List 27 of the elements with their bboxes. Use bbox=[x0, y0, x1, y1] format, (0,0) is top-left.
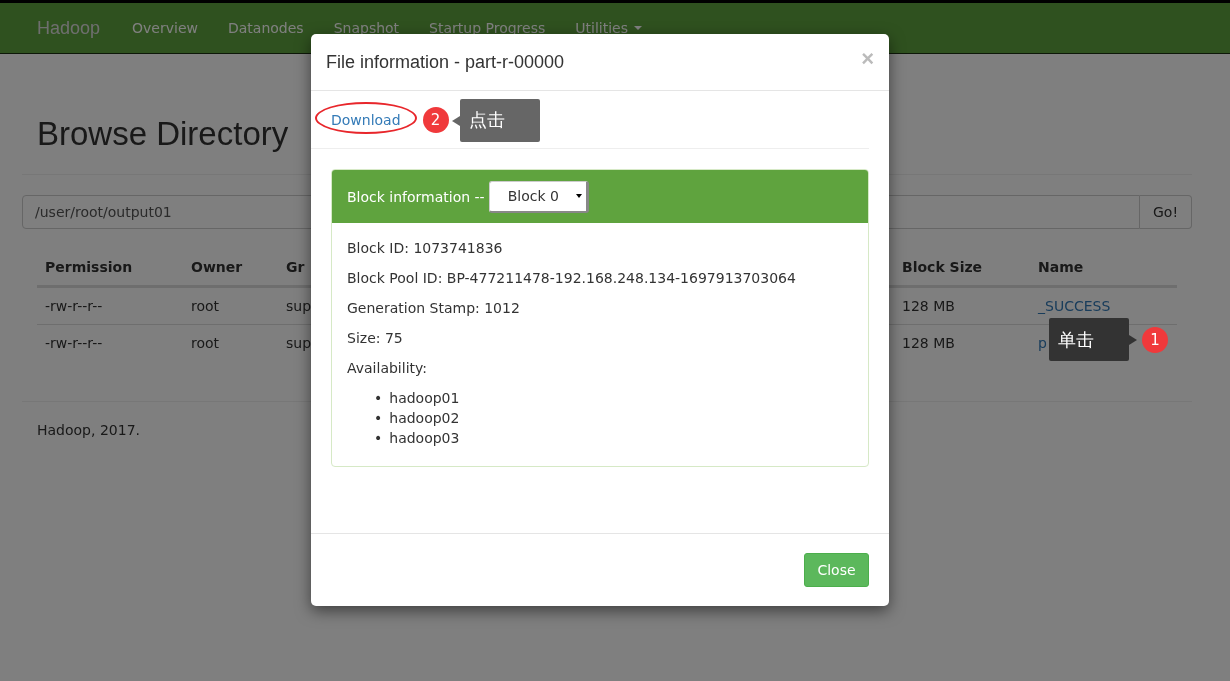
step-badge: 1 bbox=[1142, 326, 1168, 353]
table-cell-text: root bbox=[190, 334, 221, 353]
column-header: Permission bbox=[44, 258, 134, 277]
column-header: Name bbox=[1037, 258, 1085, 277]
info-line: Size: 75 bbox=[347, 329, 404, 348]
page-title: Browse Directory bbox=[37, 114, 289, 154]
host-item: hadoop03 bbox=[389, 429, 460, 448]
table-cell-text: sup bbox=[285, 297, 313, 316]
bullet: • bbox=[374, 409, 383, 428]
host-item: hadoop02 bbox=[389, 409, 460, 428]
table-cell-text: -rw-r--r-- bbox=[44, 334, 104, 353]
panel-heading: Block information -- bbox=[347, 188, 485, 205]
step-badge: 2 bbox=[422, 107, 449, 133]
info-line: Block Pool ID: BP-477211478-192.168.248.134-1697913703064 bbox=[347, 269, 797, 288]
bullet: • bbox=[374, 429, 383, 448]
column-header: Gr bbox=[285, 258, 306, 277]
dialog-title: File information - part-r-00000 bbox=[326, 51, 565, 73]
table-cell-text: sup bbox=[285, 334, 313, 353]
table-cell-text: -rw-r--r-- bbox=[44, 297, 104, 316]
info-line: Block ID: 1073741836 bbox=[347, 239, 504, 258]
column-header: Block Size bbox=[901, 258, 984, 277]
table-cell-text: 128 MB bbox=[901, 297, 956, 316]
table-cell-text: 128 MB bbox=[901, 334, 956, 353]
info-line: Generation Stamp: 1012 bbox=[347, 299, 521, 318]
info-line: Availability: bbox=[347, 359, 428, 378]
column-header: Owner bbox=[190, 258, 244, 277]
table-cell-text: root bbox=[190, 297, 221, 316]
